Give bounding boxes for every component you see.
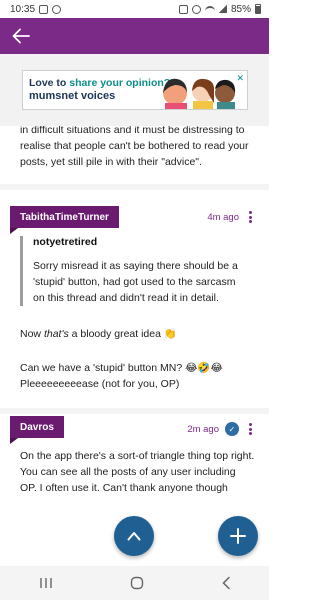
post-time: 4m ago xyxy=(207,211,239,223)
battery-percent: 85% xyxy=(230,3,251,15)
close-icon[interactable]: ✕ xyxy=(236,73,244,84)
post-tabithatimeturner: TabithaTimeTurner 4m ago notyetretired S… xyxy=(0,190,269,426)
top-app-bar xyxy=(0,18,269,54)
chevron-up-icon xyxy=(127,532,141,541)
back-nav-icon[interactable] xyxy=(221,576,231,590)
ad-headline: Love to share your opinion? xyxy=(29,77,171,90)
username-tag[interactable]: Davros xyxy=(10,416,64,444)
scroll-up-button[interactable] xyxy=(114,516,154,556)
wifi-icon xyxy=(204,5,215,13)
new-post-button[interactable] xyxy=(218,516,258,556)
status-right: 85% xyxy=(178,3,261,15)
recent-apps-icon[interactable] xyxy=(39,577,53,589)
quote-text: Sorry misread it as saying there should … xyxy=(33,260,238,304)
post-meta: 4m ago xyxy=(207,210,255,224)
post-text: On the app there's a sort-of triangle th… xyxy=(20,450,255,494)
more-options-icon[interactable] xyxy=(245,422,255,436)
home-icon[interactable] xyxy=(130,576,144,590)
battery-icon xyxy=(255,4,261,14)
signal-icon xyxy=(218,5,227,13)
status-time: 10:35 xyxy=(10,3,36,15)
quote-author: notyetretired xyxy=(33,236,98,248)
ad-banner[interactable]: Love to share your opinion? mumsnet voic… xyxy=(22,70,248,110)
post-time: 2m ago xyxy=(187,423,219,435)
post-meta: 2m ago ✓ xyxy=(187,422,255,436)
ad-brand: mumsnet voices xyxy=(29,89,116,102)
status-left: 10:35 xyxy=(10,3,62,15)
ad-illustration xyxy=(163,78,236,109)
sim-icon xyxy=(39,4,49,14)
ad-container: Love to share your opinion? mumsnet voic… xyxy=(0,54,269,126)
post-paragraph: Can we have a 'stupid' button MN? 😂🤣😂 Pl… xyxy=(20,362,223,390)
quote-block: notyetretired Sorry misread it as saying… xyxy=(20,236,250,306)
more-options-icon[interactable] xyxy=(245,210,255,224)
arrow-left-icon xyxy=(12,28,30,44)
notification-icon xyxy=(52,4,62,14)
back-button[interactable] xyxy=(10,25,32,47)
previous-post-text: in difficult situations and it must be d… xyxy=(20,126,249,168)
verified-badge-icon: ✓ xyxy=(225,422,239,436)
post-paragraph: Now that's a bloody great idea 👏 xyxy=(20,328,177,340)
plus-icon xyxy=(230,528,246,544)
alarm-icon xyxy=(178,4,188,14)
mute-icon xyxy=(191,4,201,14)
system-nav-bar xyxy=(0,566,269,600)
username-tag[interactable]: TabithaTimeTurner xyxy=(10,206,119,234)
ad-text: Love to share your opinion? mumsnet voic… xyxy=(23,77,171,102)
thread-content: in difficult situations and it must be d… xyxy=(0,126,269,566)
status-bar: 10:35 85% xyxy=(0,0,269,18)
